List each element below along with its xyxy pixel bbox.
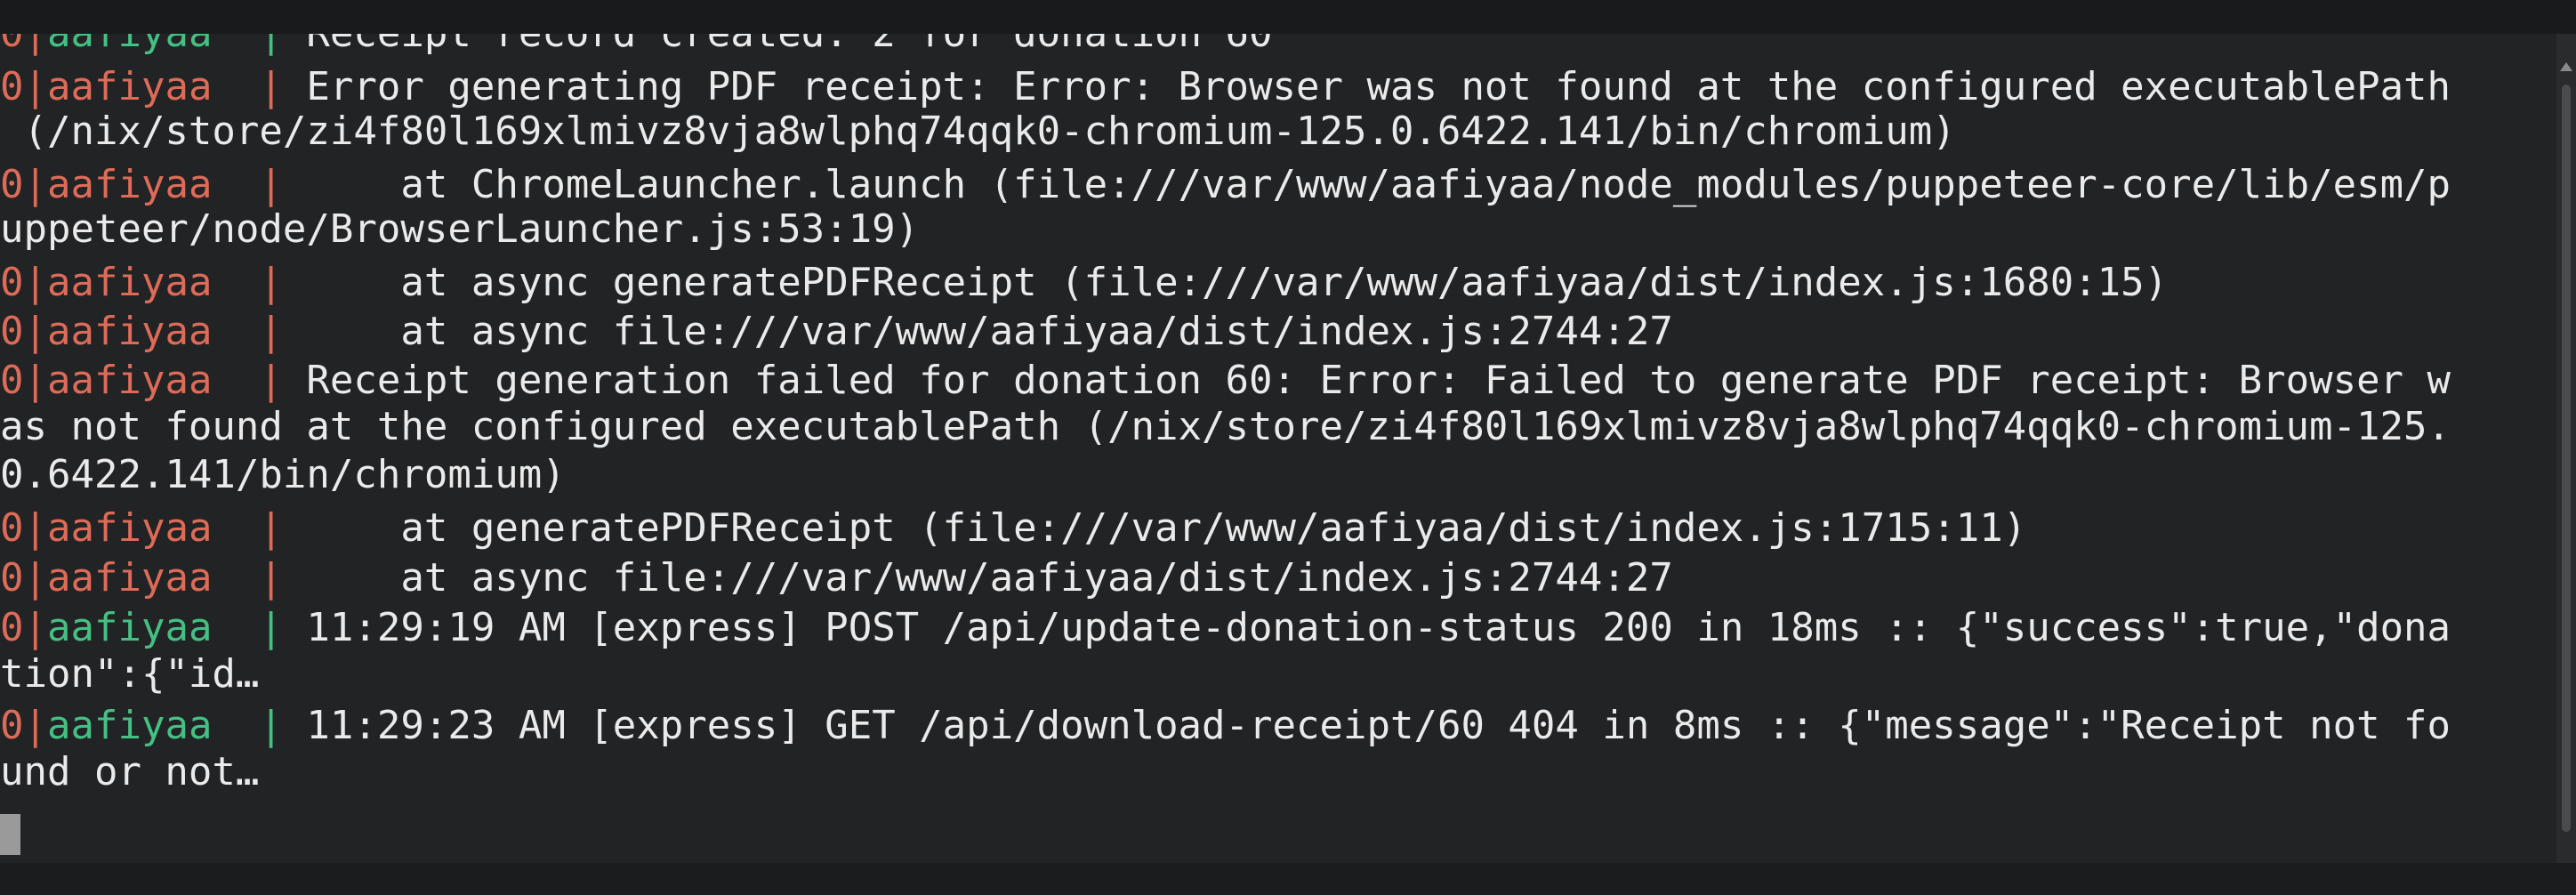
process-separator: | (23, 605, 48, 650)
process-name: aafiyaa (47, 64, 213, 109)
process-name: aafiyaa (47, 260, 213, 305)
log-line-12: 0|aafiyaa | at async file:///var/www/aaf… (0, 555, 1673, 601)
log-message: at generatePDFReceipt (file:///var/www/a… (306, 505, 2027, 551)
process-name: aafiyaa (47, 555, 213, 601)
scrollbar-thumb[interactable] (2562, 85, 2571, 832)
process-id: 0 (0, 64, 24, 109)
window-bottom-edge (0, 863, 2576, 895)
log-line-4: 0|aafiyaa | at ChromeLauncher.launch (fi… (0, 162, 2451, 207)
process-id: 0 (0, 260, 24, 305)
log-line-6: 0|aafiyaa | at async generatePDFReceipt … (0, 260, 2169, 305)
log-line-continuation: (/nix/store/zi4f80l169xlmivz8vja8wlphq74… (0, 109, 1956, 154)
screen: 0|aafiyaa | Receipt record created: 2 fo… (0, 0, 2576, 895)
log-message: at ChromeLauncher.launch (file:///var/ww… (306, 162, 2451, 207)
log-message: 11:29:23 AM [express] GET /api/download-… (306, 703, 2451, 748)
log-line-8: 0|aafiyaa | Receipt generation failed fo… (0, 358, 2451, 403)
log-message: Receipt record created: 2 for donation 6… (306, 34, 1272, 56)
process-id: 0 (0, 703, 24, 748)
process-name: aafiyaa (47, 162, 213, 207)
process-id: 0 (0, 34, 24, 56)
process-separator: | (23, 64, 48, 109)
log-message: at async generatePDFReceipt (file:///var… (306, 260, 2169, 305)
process-name: aafiyaa (47, 309, 213, 354)
process-name: aafiyaa (47, 505, 213, 551)
process-separator: | (24, 34, 48, 56)
log-line-continuation: uppeteer/node/BrowserLauncher.js:53:19) (0, 206, 920, 252)
log-line-1: 0|aafiyaa | Receipt record created: 2 fo… (0, 34, 1273, 59)
log-line-15: 0|aafiyaa | 11:29:23 AM [express] GET /a… (0, 703, 2451, 748)
log-message: 11:29:19 AM [express] POST /api/update-d… (306, 605, 2451, 650)
scroll-up-arrow-icon[interactable] (2560, 62, 2572, 71)
process-id: 0 (0, 358, 24, 403)
process-separator: | (23, 162, 48, 207)
process-id: 0 (0, 605, 24, 650)
process-id: 0 (0, 505, 24, 551)
log-message: at async file:///var/www/aafiyaa/dist/in… (306, 309, 1673, 354)
log-line-7: 0|aafiyaa | at async file:///var/www/aaf… (0, 309, 1673, 354)
process-name: aafiyaa (47, 605, 213, 650)
process-separator: | (23, 505, 48, 551)
log-line-13: 0|aafiyaa | 11:29:19 AM [express] POST /… (0, 605, 2451, 650)
process-name: aafiyaa (47, 358, 213, 403)
process-id: 0 (0, 555, 24, 601)
process-separator: | (23, 358, 48, 403)
log-line-continuation: as not found at the configured executabl… (0, 404, 2451, 449)
log-line-continuation: tion":{"id… (0, 651, 260, 697)
window-top-edge (0, 0, 2576, 34)
process-id: 0 (0, 162, 24, 207)
terminal-output[interactable]: 0|aafiyaa | Receipt record created: 2 fo… (0, 34, 2556, 863)
log-line-continuation: und or not… (0, 749, 260, 794)
process-separator: | (23, 309, 48, 354)
process-separator: | (23, 260, 48, 305)
process-separator: | (23, 703, 48, 748)
process-id: 0 (0, 309, 24, 354)
log-message: Receipt generation failed for donation 6… (306, 358, 2451, 403)
process-separator: | (23, 555, 48, 601)
process-name: aafiyaa (47, 703, 213, 748)
terminal-cursor (0, 814, 20, 855)
log-message: at async file:///var/www/aafiyaa/dist/in… (306, 555, 1673, 601)
log-line-2: 0|aafiyaa | Error generating PDF receipt… (0, 64, 2451, 109)
log-message: Error generating PDF receipt: Error: Bro… (306, 64, 2451, 109)
log-line-continuation: 0.6422.141/bin/chromium) (0, 452, 566, 497)
log-line-11: 0|aafiyaa | at generatePDFReceipt (file:… (0, 505, 2027, 551)
process-name: aafiyaa (47, 34, 212, 56)
